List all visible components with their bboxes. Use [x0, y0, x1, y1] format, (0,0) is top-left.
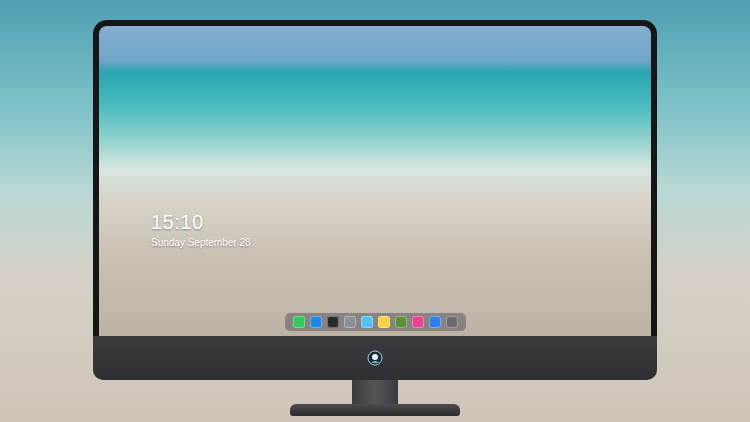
clock-date: Sunday September 28	[151, 236, 651, 249]
brand-logo-icon	[367, 350, 383, 366]
monitor-neck	[352, 380, 398, 404]
monitor-chin	[93, 336, 657, 380]
lock-info: 15:10 Sunday September 28	[99, 26, 651, 249]
dock-app-icon[interactable]	[395, 316, 407, 328]
dock-app-icon[interactable]	[327, 316, 339, 328]
clock-time: 15:10	[151, 210, 651, 234]
dock-app-icon[interactable]	[378, 316, 390, 328]
dock-app-icon[interactable]	[310, 316, 322, 328]
dock-app-icon[interactable]	[412, 316, 424, 328]
monitor-base	[290, 404, 460, 416]
dock-app-icon[interactable]	[446, 316, 458, 328]
dock-app-icon[interactable]	[429, 316, 441, 328]
dock	[285, 313, 466, 331]
desktop-background: 15:10 Sunday September 28	[0, 0, 750, 422]
dock-app-icon[interactable]	[293, 316, 305, 328]
dock-app-icon[interactable]	[344, 316, 356, 328]
monitor-bezel: 15:10 Sunday September 28	[93, 20, 657, 336]
dock-app-icon[interactable]	[361, 316, 373, 328]
lock-screen[interactable]: 15:10 Sunday September 28	[99, 26, 651, 336]
